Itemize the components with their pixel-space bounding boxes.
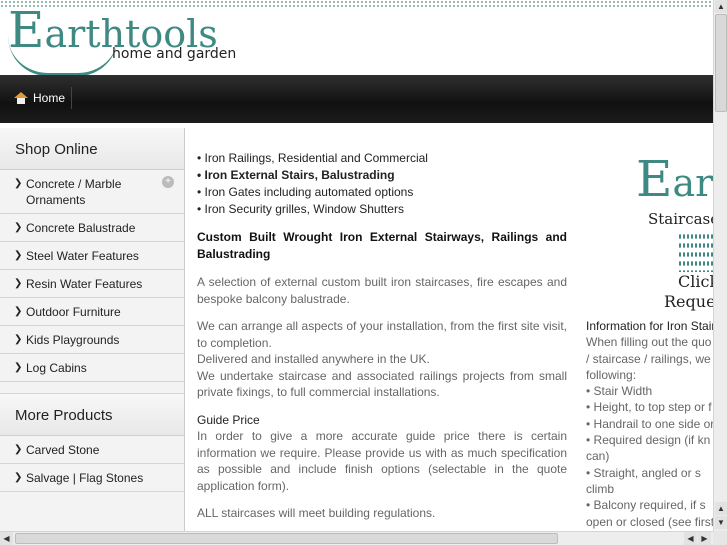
stair-info-title: Information for Iron Stair — [586, 319, 716, 333]
chevron-right-icon: ❯ — [14, 250, 23, 261]
list-item: • Iron External Stairs, Balustrading — [197, 168, 395, 182]
info-line: • Straight, angled or s — [586, 465, 701, 480]
scrollbar-corner — [713, 531, 727, 545]
scroll-left-icon[interactable]: ◀ — [684, 532, 697, 545]
banner-logo: Earth — [636, 150, 716, 208]
sidebar-item-log-cabins[interactable]: ❯ Log Cabins — [0, 354, 184, 382]
right-column: Earth Staircase Click Reques Information… — [586, 150, 716, 533]
scroll-down-icon[interactable]: ▼ — [715, 516, 727, 529]
vertical-scroll-thumb[interactable] — [715, 14, 727, 112]
chevron-right-icon: ❯ — [14, 278, 23, 289]
nav-home-label: Home — [33, 91, 66, 105]
sidebar-spacer — [0, 382, 184, 394]
info-line: • Required design (if kn — [586, 433, 711, 448]
sidebar-item-label: Concrete / Marble Ornaments — [26, 177, 122, 207]
nav-home-link[interactable]: Home — [10, 87, 73, 109]
chevron-right-icon: ❯ — [14, 362, 23, 373]
info-line: • Balcony required, if s — [586, 498, 706, 513]
info-line: following: — [586, 367, 637, 382]
info-line: / staircase / railings, we — [586, 351, 711, 366]
banner-dots — [678, 232, 716, 272]
chevron-right-icon: ❯ — [14, 306, 23, 317]
stair-info-block: Information for Iron Stair When filling … — [586, 318, 716, 530]
installation-paragraph: We can arrange all aspects of your insta… — [197, 319, 567, 399]
sidebar-item-label: Salvage | Flag Stones — [26, 471, 144, 485]
info-line: can) — [586, 449, 610, 464]
logo-swoosh — [8, 36, 118, 76]
sidebar-item-label: Concrete Balustrade — [26, 221, 136, 235]
logo-tagline: home and garden — [112, 46, 237, 62]
scroll-left-icon[interactable]: ◀ — [0, 532, 13, 545]
sidebar-item-label: Steel Water Features — [26, 249, 139, 263]
banner-request-text: Reques — [664, 292, 716, 311]
info-line: • Height, to top step or f — [586, 400, 712, 415]
scroll-up-icon[interactable]: ▲ — [715, 502, 727, 515]
header-pattern — [0, 0, 713, 7]
main-content: • Iron Railings, Residential and Commerc… — [197, 150, 567, 533]
scroll-up-icon[interactable]: ▲ — [715, 0, 727, 13]
sidebar-item-kids-playgrounds[interactable]: ❯ Kids Playgrounds — [0, 326, 184, 354]
info-line: When filling out the quo — [586, 335, 712, 350]
chevron-right-icon: ❯ — [14, 222, 23, 233]
sidebar-item-outdoor-furniture[interactable]: ❯ Outdoor Furniture — [0, 298, 184, 326]
sidebar-item-label: Resin Water Features — [26, 277, 143, 291]
horizontal-scroll-thumb[interactable] — [15, 533, 558, 544]
chevron-right-icon: ❯ — [14, 472, 23, 483]
sidebar-item-label: Carved Stone — [26, 443, 100, 457]
shop-online-heading: Shop Online — [0, 128, 184, 170]
chevron-right-icon: ❯ — [14, 334, 23, 345]
more-products-heading: More Products — [0, 394, 184, 436]
sidebar-item-concrete-balustrade[interactable]: ❯ Concrete Balustrade — [0, 214, 184, 242]
main-navbar: Home — [0, 75, 713, 123]
list-item: • Iron Gates including automated options — [197, 185, 414, 199]
sidebar-item-label: Log Cabins — [26, 361, 87, 375]
sidebar-item-concrete-marble[interactable]: ❯ Concrete / Marble Ornaments + — [0, 170, 184, 214]
info-line: open or closed (see first — [586, 514, 715, 529]
guide-price-paragraph: Guide Price In order to give a more accu… — [197, 412, 567, 493]
sidebar-item-carved-stone[interactable]: ❯ Carved Stone — [0, 436, 184, 464]
expand-icon[interactable]: + — [162, 176, 174, 188]
site-logo[interactable]: Earthtools home and garden — [8, 5, 236, 76]
sidebar-item-steel-water[interactable]: ❯ Steel Water Features — [0, 242, 184, 270]
intro-paragraph: A selection of external custom built iro… — [197, 275, 567, 306]
list-item: • Iron Railings, Residential and Commerc… — [197, 151, 428, 165]
home-icon — [14, 92, 28, 104]
info-line: climb — [586, 481, 615, 496]
regulations-text: ALL staircases will meet building regula… — [197, 506, 436, 520]
chevron-right-icon: ❯ — [14, 444, 23, 455]
banner-staircase-text: Staircase — [648, 210, 716, 228]
sidebar-item-label: Kids Playgrounds — [26, 333, 120, 347]
scroll-right-icon[interactable]: ▶ — [698, 532, 711, 545]
banner-click-text: Click — [678, 272, 716, 291]
feature-list: • Iron Railings, Residential and Commerc… — [197, 150, 567, 218]
page-heading: Custom Built Wrought Iron External Stair… — [197, 230, 567, 261]
info-line: • Stair Width — [586, 384, 653, 399]
guide-price-title: Guide Price — [197, 412, 260, 427]
list-item: • Iron Security grilles, Window Shutters — [197, 202, 404, 216]
info-line: • Handrail to one side or — [586, 416, 715, 431]
sidebar-item-salvage-flag-stones[interactable]: ❯ Salvage | Flag Stones — [0, 464, 184, 492]
chevron-right-icon: ❯ — [14, 178, 23, 189]
sidebar-item-resin-water[interactable]: ❯ Resin Water Features — [0, 270, 184, 298]
horizontal-scrollbar[interactable]: ◀ ◀ ▶ — [0, 531, 713, 545]
vertical-scrollbar[interactable]: ▲ ▲ ▼ — [713, 0, 727, 531]
sidebar: Shop Online ❯ Concrete / Marble Ornament… — [0, 128, 185, 533]
sidebar-item-label: Outdoor Furniture — [26, 305, 121, 319]
